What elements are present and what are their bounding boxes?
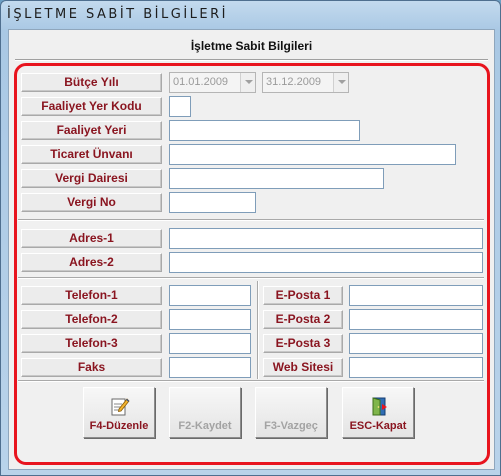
adres2-label: Adres-2 <box>21 253 162 272</box>
faks-label: Faks <box>21 358 162 377</box>
telefon3-label: Telefon-3 <box>21 334 162 353</box>
kaydet-button[interactable]: F2-Kaydet <box>169 387 241 438</box>
exit-door-icon <box>369 396 389 416</box>
eposta3-label: E-Posta 3 <box>263 334 343 353</box>
form-title: İşletme Sabit Bilgileri <box>190 39 313 53</box>
faaliyet-yeri-label: Faaliyet Yeri <box>21 121 162 140</box>
eposta1-field[interactable] <box>349 285 483 306</box>
vergi-dairesi-field[interactable] <box>169 168 384 189</box>
telefon2-label: Telefon-2 <box>21 310 162 329</box>
column-divider <box>257 281 259 379</box>
butce-end-value: 31.12.2009 <box>266 76 322 88</box>
butce-start-value: 01.01.2009 <box>173 76 229 88</box>
ticaret-unvani-label: Ticaret Ünvanı <box>21 145 162 164</box>
app-window: İŞLETME SABİT BİLGİLERİ İşletme Sabit Bi… <box>0 0 501 476</box>
butce-end-select[interactable]: 31.12.2009 <box>262 72 349 93</box>
chevron-down-icon[interactable] <box>333 73 348 92</box>
adres1-field[interactable] <box>169 228 483 249</box>
web-sitesi-field[interactable] <box>349 357 483 378</box>
faaliyet-yer-kodu-label: Faaliyet Yer Kodu <box>21 97 162 116</box>
vergi-dairesi-label: Vergi Dairesi <box>21 169 162 188</box>
adres2-field[interactable] <box>169 252 483 273</box>
section-divider <box>18 219 484 221</box>
kapat-button[interactable]: ESC-Kapat <box>342 387 414 438</box>
faaliyet-yeri-field[interactable] <box>169 120 360 141</box>
section-divider <box>18 380 484 382</box>
telefon1-label: Telefon-1 <box>21 286 162 305</box>
eposta1-label: E-Posta 1 <box>263 286 343 305</box>
duzenle-button[interactable]: F4-Düzenle <box>83 387 155 438</box>
title-divider <box>15 59 488 61</box>
web-sitesi-label: Web Sitesi <box>263 358 343 377</box>
duzenle-button-label: F4-Düzenle <box>89 420 149 432</box>
adres1-label: Adres-1 <box>21 229 162 248</box>
kapat-button-label: ESC-Kapat <box>349 420 407 432</box>
butce-start-select[interactable]: 01.01.2009 <box>169 72 256 93</box>
faks-field[interactable] <box>169 357 251 378</box>
telefon3-field[interactable] <box>169 333 251 354</box>
edit-document-icon <box>110 396 130 416</box>
kaydet-button-label: F2-Kaydet <box>178 420 232 432</box>
faaliyet-yer-kodu-field[interactable] <box>169 96 191 117</box>
vazgec-button-label: F3-Vazgeç <box>264 420 318 432</box>
vergi-no-label: Vergi No <box>21 193 162 212</box>
telefon2-field[interactable] <box>169 309 251 330</box>
ticaret-unvani-field[interactable] <box>169 144 456 165</box>
vazgec-button[interactable]: F3-Vazgeç <box>255 387 327 438</box>
telefon1-field[interactable] <box>169 285 251 306</box>
butce-yili-label: Bütçe Yılı <box>21 73 162 92</box>
window-title: İŞLETME SABİT BİLGİLERİ <box>7 7 228 22</box>
section-divider <box>18 277 484 279</box>
eposta2-label: E-Posta 2 <box>263 310 343 329</box>
form-panel: İşletme Sabit Bilgileri Bütçe Yılı 01.01… <box>8 29 495 470</box>
eposta3-field[interactable] <box>349 333 483 354</box>
vergi-no-field[interactable] <box>169 192 256 213</box>
chevron-down-icon[interactable] <box>240 73 255 92</box>
eposta2-field[interactable] <box>349 309 483 330</box>
